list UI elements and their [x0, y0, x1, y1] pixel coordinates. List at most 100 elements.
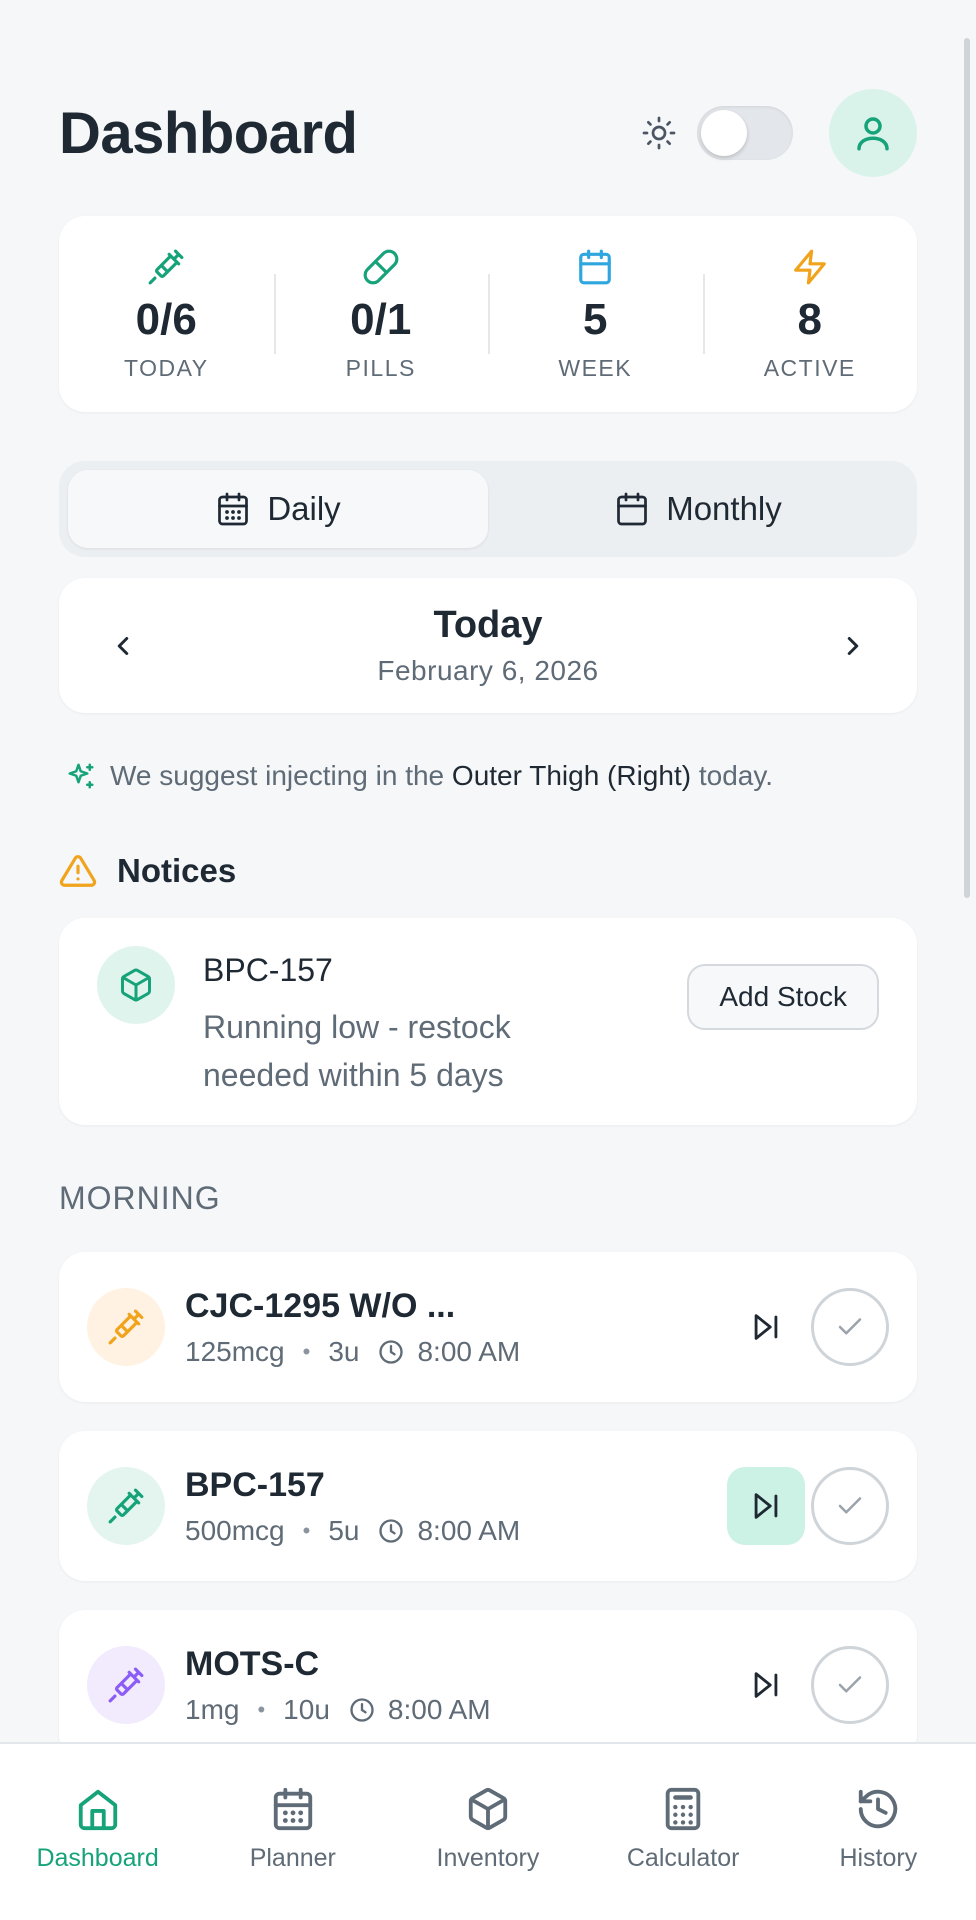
bottom-navigation: Dashboard Planner Inventory Calculator H…: [0, 1742, 976, 1920]
dose-amount: 125mcg: [185, 1335, 285, 1367]
pill-icon: [362, 247, 400, 287]
skip-button[interactable]: [727, 1646, 805, 1724]
sun-icon: [639, 113, 679, 153]
stat-value: 0/6: [135, 294, 197, 344]
notices-header: Notices: [59, 852, 236, 890]
dose-meta: 125mcg • 3u 8:00 AM: [185, 1336, 727, 1368]
dose-amount: 1mg: [185, 1693, 240, 1725]
calendar-icon: [273, 1787, 312, 1831]
notice-body: BPC-157 Running low - restock needed wit…: [203, 946, 687, 1097]
tab-monthly-label: Monthly: [666, 490, 782, 527]
warning-icon: [59, 855, 97, 887]
history-icon: [859, 1789, 898, 1829]
stat-value: 0/1: [350, 294, 412, 344]
nav-planner[interactable]: Planner: [208, 1786, 378, 1873]
syringe-icon: [87, 1646, 165, 1724]
header: Dashboard: [59, 88, 917, 178]
add-stock-button[interactable]: Add Stock: [687, 964, 879, 1030]
date-subtitle: February 6, 2026: [377, 655, 599, 686]
suggestion-prefix: We suggest injecting in the: [110, 760, 445, 791]
date-navigator: Today February 6, 2026: [59, 578, 917, 713]
clock-icon: [377, 1517, 405, 1545]
sparkles-icon: [68, 763, 94, 789]
skip-button[interactable]: [727, 1467, 805, 1545]
separator-dot: •: [257, 1696, 266, 1722]
dose-name: CJC-1295 W/O ...: [185, 1286, 456, 1325]
mark-taken-button[interactable]: [811, 1646, 889, 1724]
box-icon: [97, 946, 175, 1024]
dose-info: BPC-157 500mcg • 5u 8:00 AM: [185, 1466, 727, 1547]
separator-dot: •: [302, 1517, 311, 1543]
mark-taken-button[interactable]: [811, 1288, 889, 1366]
notice-message: Running low - restock needed within 5 da…: [203, 1009, 511, 1093]
theme-toggle[interactable]: [697, 106, 793, 160]
skip-forward-icon: [754, 1493, 778, 1519]
nav-label: Dashboard: [36, 1844, 159, 1872]
dose-units: 3u: [328, 1335, 360, 1367]
dose-info: MOTS-C 1mg • 10u 8:00 AM: [185, 1645, 727, 1726]
nav-label: History: [839, 1844, 918, 1872]
skip-forward-icon: [754, 1314, 778, 1340]
skip-forward-icon: [754, 1672, 778, 1698]
dose-card[interactable]: MOTS-C 1mg • 10u 8:00 AM: [59, 1610, 917, 1760]
syringe-icon: [87, 1288, 165, 1366]
scrollbar[interactable]: [964, 38, 970, 898]
dose-meta: 500mcg • 5u 8:00 AM: [185, 1515, 727, 1547]
stat-value: 5: [583, 294, 608, 344]
calendar-grid-icon: [218, 492, 249, 526]
separator-dot: •: [302, 1338, 311, 1364]
nav-label: Planner: [249, 1844, 336, 1872]
stat-pills: 0/1 PILLS: [273, 216, 489, 412]
notices-title: Notices: [117, 852, 237, 889]
notice-title: BPC-157: [203, 952, 333, 988]
previous-day-button[interactable]: [99, 622, 147, 670]
stat-value: 8: [797, 294, 822, 344]
syringe-icon: [87, 1467, 165, 1545]
calendar-icon: [617, 492, 648, 526]
nav-calculator[interactable]: Calculator: [598, 1786, 768, 1873]
check-icon: [838, 1318, 862, 1335]
notice-card: BPC-157 Running low - restock needed wit…: [59, 918, 917, 1125]
calculator-icon: [665, 1787, 701, 1831]
nav-dashboard[interactable]: Dashboard: [13, 1786, 183, 1873]
nav-label: Inventory: [436, 1844, 540, 1872]
dose-name: BPC-157: [185, 1465, 325, 1504]
profile-button[interactable]: [829, 89, 917, 177]
next-day-button[interactable]: [829, 622, 877, 670]
clock-icon: [377, 1338, 405, 1366]
dose-card[interactable]: CJC-1295 W/O ... 125mcg • 3u 8:00 AM: [59, 1252, 917, 1402]
check-icon: [838, 1676, 862, 1693]
syringe-icon: [147, 247, 185, 287]
stat-label: WEEK: [558, 354, 633, 381]
stat-active: 8 ACTIVE: [702, 216, 918, 412]
header-actions: [639, 89, 917, 177]
dose-name: MOTS-C: [185, 1644, 320, 1683]
tab-daily[interactable]: Daily: [68, 470, 488, 548]
nav-inventory[interactable]: Inventory: [403, 1786, 573, 1873]
stat-label: PILLS: [345, 354, 416, 381]
home-icon: [78, 1789, 117, 1831]
skip-button[interactable]: [727, 1288, 805, 1366]
toggle-knob: [701, 110, 747, 156]
stat-label: TODAY: [123, 354, 209, 381]
suggestion-site: Outer Thigh (Right): [451, 760, 692, 791]
date-title: Today: [433, 604, 543, 646]
page-title: Dashboard: [59, 100, 358, 166]
tab-daily-label: Daily: [267, 490, 341, 527]
dose-units: 5u: [328, 1514, 360, 1546]
view-toggle: Daily Monthly: [59, 461, 917, 557]
section-morning: MORNING: [59, 1180, 221, 1216]
stat-week: 5 WEEK: [488, 216, 703, 412]
nav-history[interactable]: History: [793, 1786, 963, 1873]
tab-monthly[interactable]: Monthly: [488, 470, 908, 548]
check-icon: [838, 1497, 862, 1514]
clock-icon: [348, 1696, 376, 1724]
mark-taken-button[interactable]: [811, 1467, 889, 1545]
suggestion-suffix: today.: [698, 760, 774, 791]
dose-info: CJC-1295 W/O ... 125mcg • 3u 8:00 AM: [185, 1287, 727, 1368]
date-display: Today February 6, 2026: [377, 604, 598, 687]
dose-units: 10u: [283, 1693, 330, 1725]
dose-time: 8:00 AM: [417, 1335, 521, 1367]
dose-card[interactable]: BPC-157 500mcg • 5u 8:00 AM: [59, 1431, 917, 1581]
box-icon: [468, 1787, 508, 1831]
